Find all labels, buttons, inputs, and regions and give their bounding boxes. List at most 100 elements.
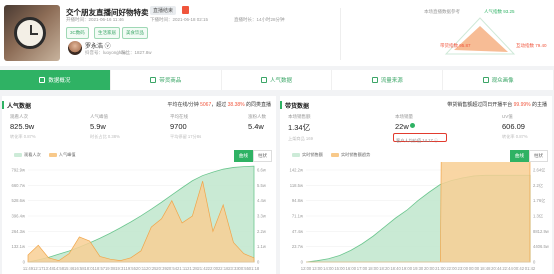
mode-bar-button[interactable]: 柱状 bbox=[529, 150, 548, 162]
y-tick-label: 792.9w bbox=[11, 168, 25, 173]
index-label-top: 人气指数 93.25 bbox=[484, 9, 515, 14]
delete-icon[interactable] bbox=[182, 6, 189, 14]
y-tick-label: 94.8w bbox=[292, 198, 304, 203]
y-tick-label: 118.5w bbox=[290, 183, 304, 188]
x-tick-label: 23:00 bbox=[458, 266, 469, 271]
x-tick-label: 14:00 bbox=[323, 266, 334, 271]
tab-audience[interactable]: 观众画像 bbox=[443, 70, 554, 90]
stat-sales: 本场销售额 1.34亿 上架商品 169 bbox=[288, 114, 313, 141]
x-tick-label: 00:42 bbox=[514, 266, 525, 271]
flow-icon bbox=[371, 77, 378, 83]
chart-icon bbox=[39, 77, 46, 83]
stat-avg-online: 平均在线 9700 平均停留 17分8s bbox=[170, 114, 202, 139]
chart-legend: 观看人次 人气峰值 bbox=[14, 152, 76, 158]
y2-tick-label: 2.2w bbox=[257, 229, 267, 234]
y2-tick-label: 8812.9w bbox=[533, 229, 550, 234]
x-tick-label: 00:00 bbox=[469, 266, 480, 271]
avatar[interactable] bbox=[68, 41, 82, 55]
x-tick-label: 16:00 bbox=[346, 266, 357, 271]
x-tick-label: 18:20 bbox=[379, 266, 390, 271]
y2-tick-label: 0 bbox=[257, 260, 260, 265]
x-tick-label: 20:44 bbox=[491, 266, 502, 271]
x-tick-label: 19:30 bbox=[413, 266, 424, 271]
panel-summary: 平均在线/分钟 5067，超过 38.38% 的同类直播 bbox=[167, 102, 271, 108]
category-chip[interactable]: 3C数码 bbox=[66, 27, 89, 39]
y2-tick-label: 6.6w bbox=[257, 168, 267, 173]
y2-tick-label: 0 bbox=[533, 260, 536, 265]
duration: 直播时长：14小时28分钟 bbox=[234, 17, 285, 22]
tab-popularity[interactable]: 人气数据 bbox=[221, 70, 333, 90]
nav-tabs: 数据概况 带货商品 人气数据 流量来源 观众画像 bbox=[0, 70, 554, 90]
anchor-name[interactable]: 罗永浩 ⓥ bbox=[85, 41, 111, 50]
stat-volume: 本场销量 22w bbox=[395, 114, 415, 131]
panel-title: 带货数据 bbox=[285, 104, 310, 110]
popularity-chart: 0 0 132.1w 1.1w 264.3w 2.2w 396.4w 3.3w 528.6w 4.… bbox=[11, 165, 267, 271]
y-tick-label: 660.7w bbox=[11, 183, 25, 188]
stat-uv: UV值 606.09 转化率 0.87% bbox=[502, 114, 528, 139]
y-tick-label: 396.4w bbox=[11, 214, 25, 219]
mode-bar-button[interactable]: 柱状 bbox=[253, 150, 272, 162]
x-tick-label: 18:00 bbox=[368, 266, 379, 271]
y2-tick-label: 2.64亿 bbox=[533, 167, 545, 174]
users-icon bbox=[482, 77, 489, 83]
x-tick-label: 13:00 bbox=[312, 266, 323, 271]
y-tick-label: 71.1w bbox=[292, 214, 304, 219]
y2-tick-label: 1.76亿 bbox=[533, 197, 545, 204]
end-time: 下播时间：2021-06-18 02:15 bbox=[150, 17, 209, 22]
y-tick-label: 47.4w bbox=[292, 229, 304, 234]
x-tick-label: 21:00 bbox=[435, 266, 446, 271]
x-tick-label: 19:00 bbox=[402, 266, 413, 271]
x-tick-label: 18:48 bbox=[480, 266, 491, 271]
panel-title: 人气数据 bbox=[7, 104, 32, 110]
panel-summary: 带货销售额超过同日开播平台 99.99% 的主播 bbox=[447, 102, 547, 108]
y2-tick-label: 2.2亿 bbox=[533, 182, 543, 189]
index-label-right: 互动指数 79.40 bbox=[516, 43, 547, 48]
tab-overview[interactable]: 数据概况 bbox=[0, 70, 111, 90]
x-tick-label: 22:00 bbox=[446, 266, 457, 271]
divider bbox=[340, 8, 341, 60]
y2-tick-label: 1.3亿 bbox=[533, 213, 543, 220]
live-cover-image bbox=[4, 5, 60, 61]
x-tick-label: 22:44 bbox=[502, 266, 513, 271]
customer-value: 客户人均价值 14.17 ⓘ bbox=[396, 138, 439, 143]
y-tick-label: 23.7w bbox=[292, 244, 304, 249]
y-tick-label: 264.3w bbox=[11, 229, 25, 234]
y2-tick-label: 4406.5w bbox=[533, 244, 550, 249]
sales-panel: 带货数据 带货销售额超过同日开播平台 99.99% 的主播 本场销售额 1.34亿… bbox=[280, 96, 552, 274]
index-label-left: 带货指数 95.87 bbox=[440, 43, 471, 48]
x-tick-label: 17:00 bbox=[357, 266, 368, 271]
x-tick-label: 01:42 bbox=[525, 266, 536, 271]
tab-traffic[interactable]: 流量来源 bbox=[332, 70, 444, 90]
start-time: 开播时间：2021-06-16 11:46 bbox=[66, 17, 124, 22]
y-tick-label: 142.2w bbox=[289, 168, 303, 173]
x-tick-label: 15:00 bbox=[334, 266, 345, 271]
status-badge: 直播结束 bbox=[150, 6, 177, 15]
y2-tick-label: 1.1w bbox=[257, 244, 267, 249]
person-icon bbox=[260, 77, 267, 83]
check-icon bbox=[409, 123, 415, 128]
sales-chart: 0 0 23.7w 4406.5w 47.4w 8812.9w 71.1w 1.3亿 94.8w… bbox=[289, 162, 550, 271]
stat-peak: 人气峰值 5.9w 时长占比 0.38% bbox=[90, 114, 120, 139]
y-tick-label: 132.1w bbox=[11, 244, 25, 249]
mode-curve-button[interactable]: 曲线 bbox=[510, 150, 529, 162]
x-tick-label: 20:00 bbox=[424, 266, 435, 271]
y2-tick-label: 3.3w bbox=[257, 214, 267, 219]
x-tick-label: 18:40 bbox=[390, 266, 401, 271]
mode-curve-button[interactable]: 曲线 bbox=[234, 150, 253, 162]
index-triangle bbox=[444, 17, 516, 55]
y2-tick-label: 4.4w bbox=[257, 198, 267, 203]
chart-mode-toggle: 曲线 柱状 bbox=[234, 150, 272, 162]
bag-icon bbox=[150, 77, 157, 83]
y-tick-label: 0 bbox=[23, 260, 26, 265]
y2-tick-label: 5.5w bbox=[257, 183, 267, 188]
live-header: 交个朋友直播间好物特卖 直播结束 开播时间：2021-06-16 11:46 下… bbox=[0, 0, 554, 66]
chart-legend: 实时销售额 实时销售额趋势 bbox=[292, 152, 370, 158]
popularity-panel: 人气数据 平均在线/分钟 5067，超过 38.38% 的同类直播 观看人次 82… bbox=[2, 96, 276, 274]
stat-views: 观看人次 825.9w 转化率 0.87% bbox=[10, 114, 36, 139]
category-chip[interactable]: 生活家居 bbox=[94, 27, 120, 39]
divider: | bbox=[117, 50, 119, 55]
tab-products[interactable]: 带货商品 bbox=[110, 70, 222, 90]
stat-new-fans: 涨粉人数 5.4w bbox=[248, 114, 266, 131]
category-chip[interactable]: 美食饮品 bbox=[122, 27, 148, 39]
chart-mode-toggle: 曲线 柱状 bbox=[510, 150, 548, 162]
